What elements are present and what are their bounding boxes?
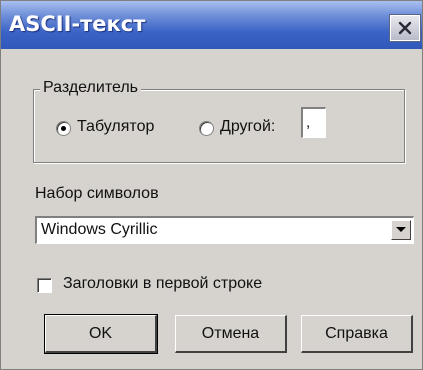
charset-label: Набор символов <box>35 185 159 202</box>
chevron-down-icon <box>396 227 406 232</box>
other-separator-value: , <box>306 114 311 131</box>
headers-checkbox[interactable] <box>37 278 52 293</box>
cancel-button[interactable]: Отмена <box>175 315 287 353</box>
tab-radio[interactable] <box>56 121 71 136</box>
separator-group: Разделитель Табулятор Другой: , <box>33 79 405 163</box>
other-radio[interactable] <box>199 121 214 136</box>
charset-dropdown-button[interactable] <box>391 220 411 240</box>
charset-selected-value: Windows Cyrillic <box>41 221 158 238</box>
help-button[interactable]: Справка <box>301 315 413 353</box>
separator-group-label: Разделитель <box>40 79 142 97</box>
charset-select[interactable]: Windows Cyrillic <box>35 216 414 244</box>
close-button[interactable] <box>390 15 420 41</box>
tab-radio-label[interactable]: Табулятор <box>77 118 154 136</box>
headers-checkbox-label[interactable]: Заголовки в первой строке <box>63 275 262 293</box>
other-separator-input[interactable]: , <box>301 107 326 138</box>
close-icon <box>398 21 412 35</box>
window-title: ASCII-текст <box>9 12 146 36</box>
ok-button[interactable]: OK <box>44 314 158 354</box>
title-bar[interactable]: ASCII-текст <box>1 1 422 49</box>
other-radio-label[interactable]: Другой: <box>220 118 275 136</box>
ascii-text-dialog: ASCII-текст Разделитель Табулятор Другой… <box>0 0 423 370</box>
radio-selected-dot <box>61 126 66 131</box>
